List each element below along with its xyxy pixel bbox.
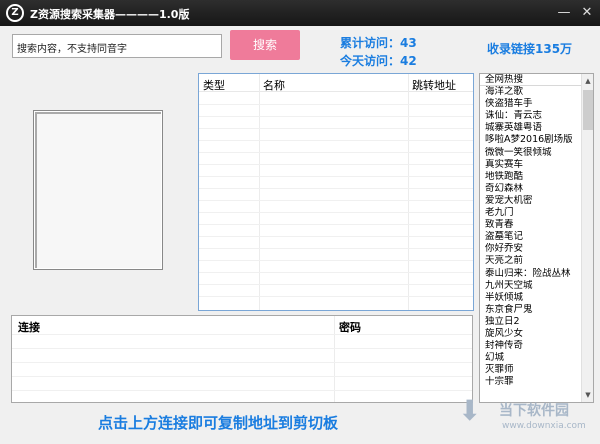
grid-row-line	[199, 248, 473, 249]
hot-search-header: 全网热搜	[480, 74, 582, 87]
watermark-url: www.downxia.com	[502, 421, 586, 431]
watermark-logo-icon: ⬇	[458, 394, 482, 427]
watermark: ⬇ 当下软件园 www.downxia.com	[455, 392, 595, 438]
connection-table[interactable]: 连接 密码	[11, 315, 473, 403]
hot-search-item[interactable]: 幻城	[480, 352, 582, 364]
grid-row-line	[12, 362, 472, 363]
hot-search-item[interactable]: 九州天空城	[480, 280, 582, 292]
grid-row-line	[12, 348, 472, 349]
column-header-password[interactable]: 密码	[339, 319, 361, 335]
hot-search-item[interactable]: 东京食尸鬼	[480, 304, 582, 316]
today-visits-label: 今天访问：42	[340, 54, 417, 68]
hot-search-list[interactable]: 全网热搜 海洋之歌 侠盗猎车手 诛仙：青云志 城寨英雄粤语 哆啦A梦2016剧场…	[479, 73, 594, 403]
grid-row-line	[199, 164, 473, 165]
hot-search-item[interactable]: 真实赛车	[480, 159, 582, 171]
hot-list-scrollbar[interactable]: ▲ ▼	[581, 74, 593, 402]
copy-hint-text: 点击上方连接即可复制地址到剪切板	[98, 414, 339, 432]
hot-search-item[interactable]: 泰山归来：险战丛林	[480, 268, 582, 280]
grid-row-line	[199, 116, 473, 117]
hot-search-item[interactable]: 哆啦A梦2016剧场版	[480, 134, 582, 146]
hot-search-items: 全网热搜 海洋之歌 侠盗猎车手 诛仙：青云志 城寨英雄粤语 哆啦A梦2016剧场…	[480, 74, 582, 388]
column-header-link[interactable]: 跳转地址	[412, 77, 456, 93]
watermark-text: 当下软件园	[499, 403, 569, 419]
hot-search-item[interactable]: 地铁跑酷	[480, 171, 582, 183]
results-table-header: 类型 名称 跳转地址	[199, 74, 473, 92]
hot-search-item[interactable]: 十宗罪	[480, 376, 582, 388]
scrollbar-thumb[interactable]	[583, 90, 593, 130]
window-title: Z资源搜索采集器————1.0版	[30, 8, 190, 21]
hot-search-item[interactable]: 海洋之歌	[480, 86, 582, 98]
scroll-up-icon[interactable]: ▲	[582, 74, 593, 88]
hot-search-item[interactable]: 城寨英雄粤语	[480, 122, 582, 134]
preview-image-frame	[33, 110, 163, 270]
hot-search-item[interactable]: 爱宠大机密	[480, 195, 582, 207]
grid-row-line	[199, 104, 473, 105]
grid-row-line	[199, 224, 473, 225]
grid-row-line	[199, 284, 473, 285]
grid-row-line	[199, 128, 473, 129]
hot-search-item[interactable]: 微微一笑很倾城	[480, 147, 582, 159]
minimize-button[interactable]: —	[554, 3, 574, 23]
search-input[interactable]: 搜索内容，不支持同音字	[12, 34, 222, 58]
grid-row-line	[199, 272, 473, 273]
close-icon: ✕	[581, 5, 593, 20]
hot-search-item[interactable]: 老九门	[480, 207, 582, 219]
hot-search-item[interactable]: 你好乔安	[480, 243, 582, 255]
app-logo-icon: Z	[6, 4, 24, 22]
grid-row-line	[199, 212, 473, 213]
hot-search-item[interactable]: 奇幻森林	[480, 183, 582, 195]
hot-search-item[interactable]: 致青春	[480, 219, 582, 231]
hot-search-item[interactable]: 诛仙：青云志	[480, 110, 582, 122]
total-visits-label: 累计访问：43	[340, 36, 417, 50]
hot-search-item[interactable]: 天亮之前	[480, 255, 582, 267]
column-divider	[408, 74, 409, 310]
hot-search-item[interactable]: 封神传奇	[480, 340, 582, 352]
grid-row-line	[199, 200, 473, 201]
grid-row-line	[199, 260, 473, 261]
column-header-type[interactable]: 类型	[203, 77, 225, 93]
hot-search-item[interactable]: 独立日2	[480, 316, 582, 328]
grid-row-line	[12, 390, 472, 391]
grid-row-line	[199, 236, 473, 237]
title-bar: Z Z资源搜索采集器————1.0版 — ✕	[0, 0, 600, 26]
close-button[interactable]: ✕	[577, 3, 597, 23]
grid-row-line	[199, 188, 473, 189]
column-divider	[259, 74, 260, 310]
results-table[interactable]: 类型 名称 跳转地址	[198, 73, 474, 311]
hot-search-item[interactable]: 灭罪师	[480, 364, 582, 376]
search-button[interactable]: 搜索	[230, 30, 300, 60]
grid-row-line	[12, 376, 472, 377]
hot-search-item[interactable]: 半妖倾城	[480, 292, 582, 304]
column-header-connection[interactable]: 连接	[18, 319, 40, 335]
grid-row-line	[12, 334, 472, 335]
grid-row-line	[199, 176, 473, 177]
collected-links-label: 收录链接135万	[487, 42, 573, 56]
hot-search-item[interactable]: 盗墓笔记	[480, 231, 582, 243]
grid-row-line	[199, 140, 473, 141]
column-header-name[interactable]: 名称	[263, 77, 285, 93]
hot-search-item[interactable]: 旋风少女	[480, 328, 582, 340]
hot-search-item[interactable]: 侠盗猎车手	[480, 98, 582, 110]
grid-row-line	[199, 152, 473, 153]
grid-row-line	[199, 296, 473, 297]
minimize-icon: —	[557, 5, 571, 20]
